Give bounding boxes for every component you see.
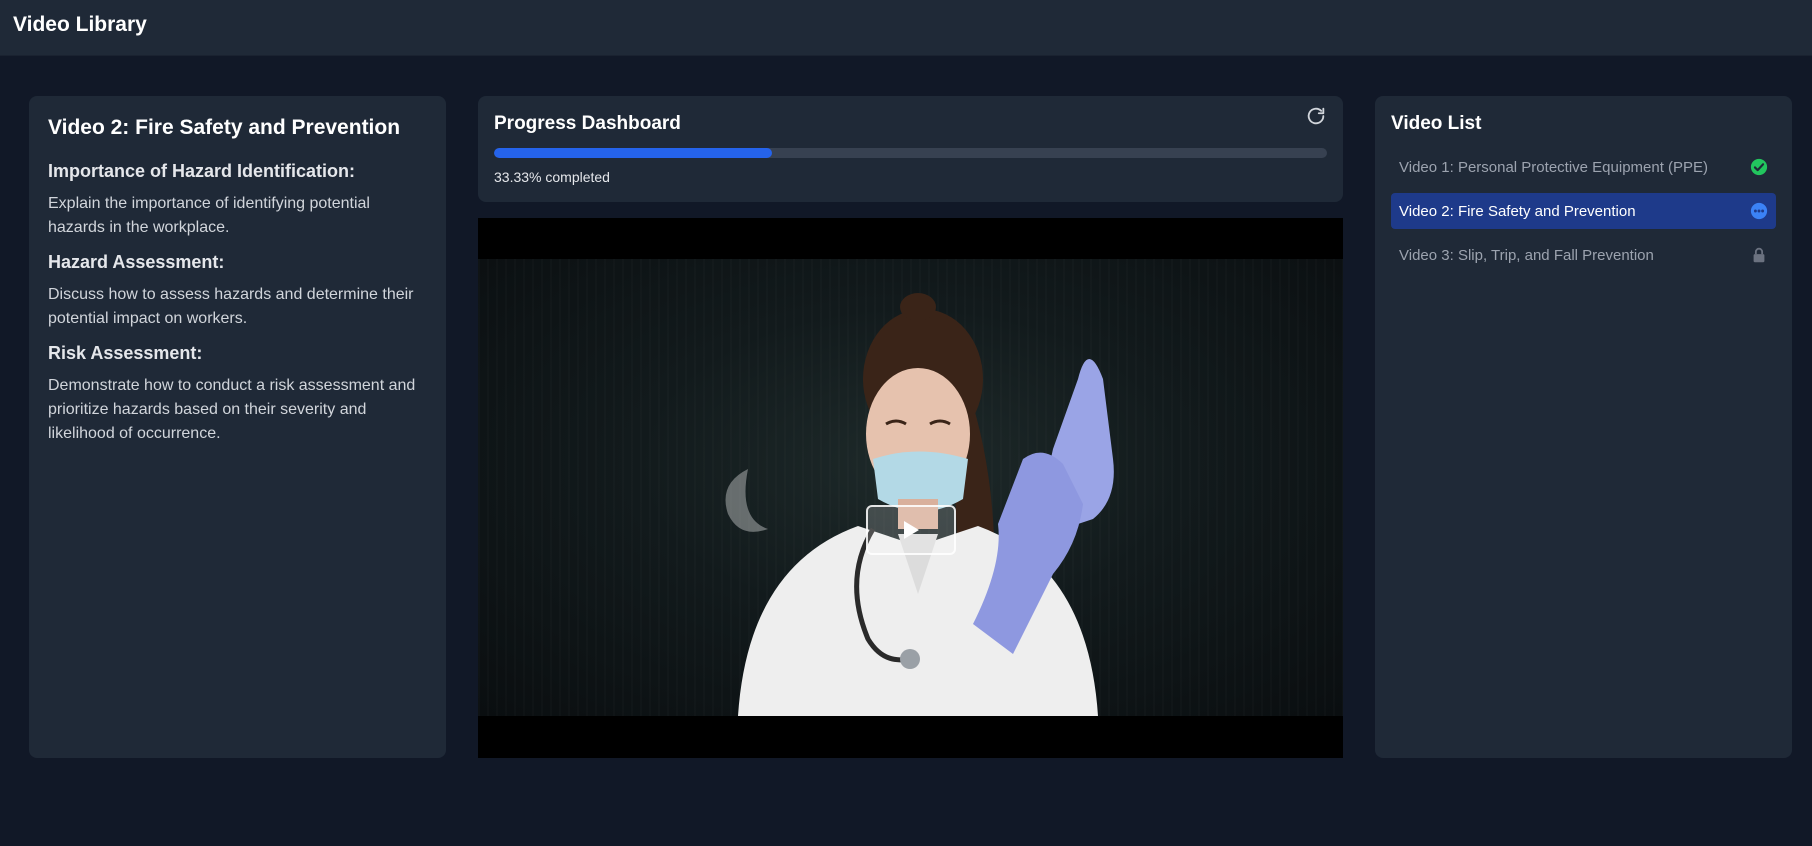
section-body-hazard-identification: Explain the importance of identifying po… bbox=[48, 195, 370, 236]
progress-title: Progress Dashboard bbox=[494, 113, 681, 134]
video-thumbnail bbox=[725, 293, 1114, 716]
lesson-title: Video 2: Fire Safety and Prevention bbox=[48, 116, 401, 139]
progress-dashboard: Progress Dashboard 33.33% completed bbox=[478, 96, 1343, 202]
video-list-item-ppe[interactable]: Video 1: Personal Protective Equipment (… bbox=[1391, 149, 1776, 185]
video-list-title: Video List bbox=[1391, 113, 1482, 134]
video-frame bbox=[478, 259, 1343, 716]
section-heading-risk-assessment: Risk Assessment: bbox=[48, 343, 203, 363]
progress-label: 33.33% completed bbox=[494, 169, 610, 185]
ellipsis-circle-icon bbox=[1750, 202, 1768, 220]
check-circle-icon bbox=[1750, 158, 1768, 176]
section-heading-hazard-identification: Importance of Hazard Identification: bbox=[48, 161, 356, 181]
progress-bar bbox=[494, 148, 1327, 158]
top-bar: Video Library bbox=[0, 0, 1812, 56]
app-title: Video Library bbox=[13, 13, 147, 36]
video-list-panel: Video List Video 1: Personal Protective … bbox=[1375, 96, 1792, 758]
lesson-details-panel: Video 2: Fire Safety and Prevention Impo… bbox=[29, 96, 446, 758]
section-body-risk-assessment: Demonstrate how to conduct a risk assess… bbox=[48, 377, 416, 442]
lock-icon bbox=[1753, 247, 1765, 263]
video-list-item-label: Video 3: Slip, Trip, and Fall Prevention bbox=[1399, 246, 1654, 264]
video-list-item-slip-trip-fall[interactable]: Video 3: Slip, Trip, and Fall Prevention bbox=[1391, 237, 1776, 273]
play-button[interactable] bbox=[866, 505, 956, 555]
video-list-item-label: Video 1: Personal Protective Equipment (… bbox=[1399, 158, 1709, 176]
refresh-icon[interactable] bbox=[1305, 105, 1327, 127]
progress-bar-fill bbox=[494, 148, 772, 158]
video-list-item-label: Video 2: Fire Safety and Prevention bbox=[1399, 202, 1636, 220]
section-heading-hazard-assessment: Hazard Assessment: bbox=[48, 252, 225, 272]
video-player[interactable] bbox=[478, 218, 1343, 758]
section-body-hazard-assessment: Discuss how to assess hazards and determ… bbox=[48, 286, 414, 327]
play-icon bbox=[904, 521, 919, 539]
video-list-item-fire-safety[interactable]: Video 2: Fire Safety and Prevention bbox=[1391, 193, 1776, 229]
